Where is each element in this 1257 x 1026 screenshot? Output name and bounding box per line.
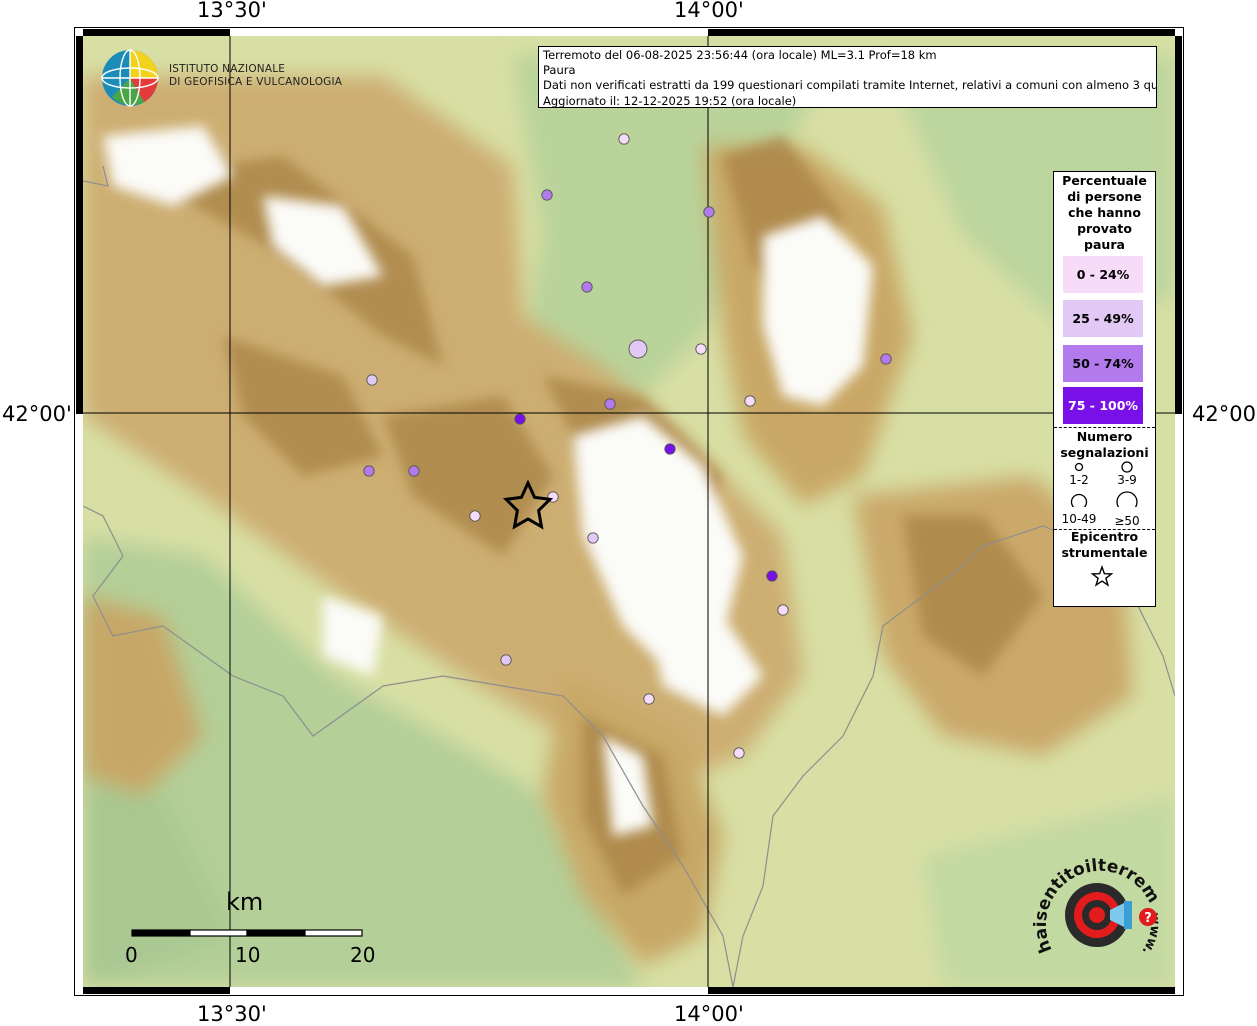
legend-class-0-24: 0 - 24% — [1063, 256, 1143, 293]
relief-map[interactable] — [83, 36, 1175, 987]
frame-bar-top-2 — [708, 29, 1175, 36]
legend-class-50-74: 50 - 74% — [1063, 345, 1143, 382]
frame-bar-bottom-2 — [708, 987, 1175, 994]
survey-point[interactable] — [766, 570, 778, 582]
legend-count-label-10-49: 10-49 — [1061, 512, 1097, 526]
relief-map-svg — [83, 36, 1175, 987]
frame-bar-bottom-1 — [83, 987, 230, 994]
legend-count-label-50: ≥50 — [1114, 514, 1140, 528]
ingv-logo-text: ISTITUTO NAZIONALE DI GEOFISICA E VULCAN… — [169, 63, 342, 89]
lon-label-top-right: 14°00' — [674, 0, 744, 22]
survey-point[interactable] — [469, 510, 481, 522]
survey-point[interactable] — [500, 654, 512, 666]
survey-point[interactable] — [744, 395, 756, 407]
frame-bar-left-1 — [76, 36, 83, 414]
lon-label-bottom-left: 13°30' — [197, 1002, 267, 1026]
legend-circle-10-49 — [1070, 493, 1088, 507]
legend-epicenter-title: Epicentro strumentale — [1054, 529, 1155, 561]
legend-circle-50 — [1116, 491, 1138, 507]
legend-divider-1 — [1054, 427, 1155, 428]
legend-title-line4: provato — [1077, 221, 1132, 236]
survey-point[interactable] — [777, 604, 789, 616]
legend-count-label-3-9: 3-9 — [1117, 473, 1137, 487]
scale-bar — [131, 929, 363, 937]
survey-point[interactable] — [604, 398, 616, 410]
legend-title: Percentuale di persone che hanno provato… — [1054, 173, 1155, 253]
legend-class-25-49: 25 - 49% — [1063, 300, 1143, 337]
survey-point[interactable] — [703, 206, 715, 218]
survey-point[interactable] — [618, 133, 630, 145]
survey-point[interactable] — [880, 353, 892, 365]
frame-bar-right-1 — [1175, 36, 1182, 414]
ingv-logo-line2: DI GEOFISICA E VULCANOLOGIA — [169, 76, 343, 88]
survey-point[interactable] — [733, 747, 745, 759]
lat-label-right: 42°00' — [1192, 402, 1257, 426]
lon-label-top-left: 13°30' — [197, 0, 267, 22]
survey-point[interactable] — [363, 465, 375, 477]
legend-title-line3: che hanno — [1068, 205, 1141, 220]
survey-point[interactable] — [628, 339, 648, 359]
scale-tick-10: 10 — [235, 943, 261, 967]
legend-class-75-100: 75 - 100% — [1063, 387, 1143, 424]
survey-point[interactable] — [408, 465, 420, 477]
survey-point[interactable] — [695, 343, 707, 355]
survey-point[interactable] — [366, 374, 378, 386]
event-info-line4: Aggiornato il: 12-12-2025 19:52 (ora loc… — [543, 93, 797, 108]
legend-title-line5: paura — [1084, 237, 1125, 252]
survey-point[interactable] — [664, 443, 676, 455]
hsit-question-badge-text: ? — [1144, 911, 1152, 926]
survey-point[interactable] — [514, 413, 526, 425]
legend-circle-3-9 — [1121, 461, 1133, 473]
legend-count-title-line1: Numero — [1076, 429, 1133, 444]
event-info-box: Terremoto del 06-08-2025 23:56:44 (ora l… — [538, 46, 1157, 108]
legend-epicenter-title-line1: Epicentro — [1070, 529, 1139, 544]
lat-label-left: 42°00' — [2, 402, 72, 426]
survey-point[interactable] — [587, 532, 599, 544]
legend-circle-1-2 — [1074, 462, 1084, 472]
survey-point[interactable] — [643, 693, 655, 705]
scale-tick-0: 0 — [125, 943, 138, 967]
ingv-globe-logo — [101, 49, 159, 107]
scale-unit: km — [226, 888, 264, 916]
hsit-logo: haisentitoilterremoto.it www. ? — [1030, 855, 1163, 957]
legend-count-label-1-2: 1-2 — [1069, 473, 1089, 487]
map-legend: Percentuale di persone che hanno provato… — [1053, 171, 1156, 607]
legend-epicenter-title-line2: strumentale — [1061, 545, 1148, 560]
survey-point[interactable] — [581, 281, 593, 293]
legend-star-icon — [1090, 565, 1114, 587]
frame-bar-top-1 — [83, 29, 230, 36]
event-info-line3: Dati non verificati estratti da 199 ques… — [543, 78, 1157, 93]
event-info-line2: Paura — [543, 63, 576, 78]
ingv-logo-line1: ISTITUTO NAZIONALE — [169, 63, 286, 75]
legend-title-line2: di persone — [1067, 189, 1142, 204]
legend-title-line1: Percentuale — [1062, 173, 1147, 188]
survey-point[interactable] — [541, 189, 553, 201]
lon-label-bottom-right: 14°00' — [674, 1002, 744, 1026]
event-info-line1: Terremoto del 06-08-2025 23:56:44 (ora l… — [543, 48, 937, 62]
scale-tick-20: 20 — [350, 943, 376, 967]
